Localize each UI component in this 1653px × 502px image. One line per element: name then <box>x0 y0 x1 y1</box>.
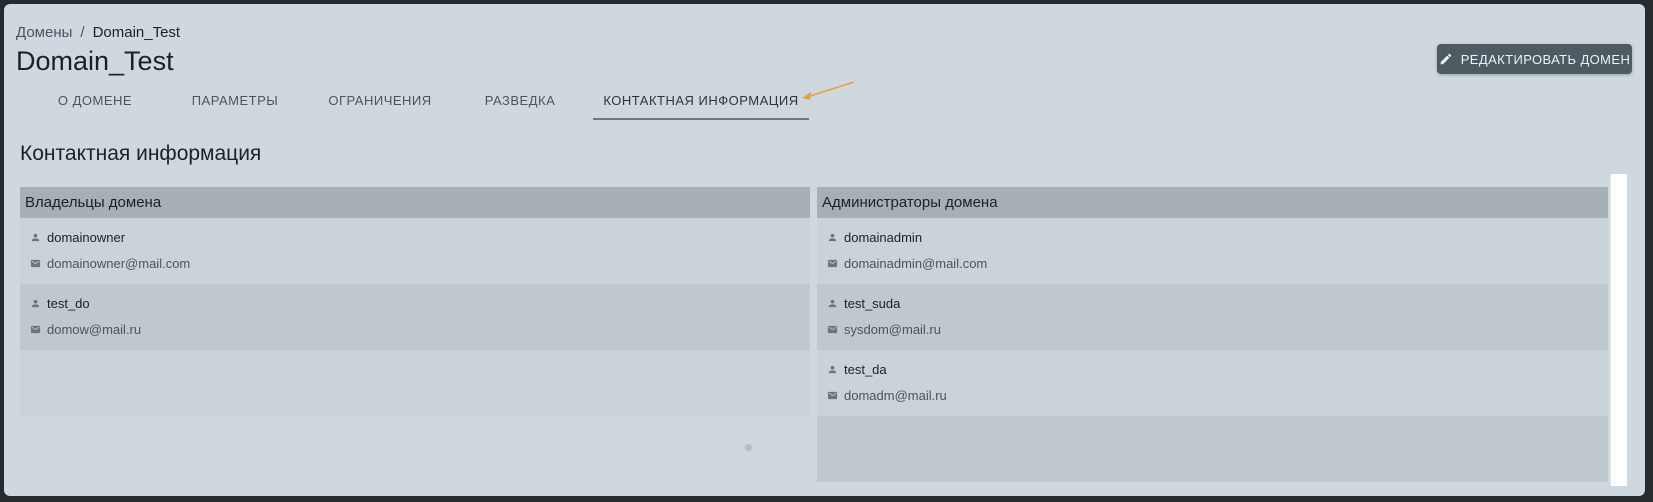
owner-entry: test_do domow@mail.ru <box>20 284 810 350</box>
admin-name: domainadmin <box>844 230 923 245</box>
admin-entry: test_da domadm@mail.ru <box>817 350 1608 416</box>
mail-icon <box>827 259 838 268</box>
owner-entry: domainowner domainowner@mail.com <box>20 218 810 284</box>
person-icon <box>31 299 40 308</box>
section-title: Контактная информация <box>20 142 262 165</box>
admins-panel: Администраторы домена domainadmin domain… <box>817 187 1608 482</box>
empty-row <box>20 350 810 416</box>
owner-email: domainowner@mail.com <box>47 256 191 271</box>
mail-icon <box>30 259 41 268</box>
owners-panel: Владельцы домена domainowner domainowner… <box>20 187 810 416</box>
admin-name: test_da <box>844 362 887 377</box>
admin-name: test_suda <box>844 296 901 311</box>
person-icon <box>828 365 837 374</box>
pencil-icon <box>1440 53 1451 65</box>
tab-parameters[interactable]: ПАРАМЕТРЫ <box>180 86 290 126</box>
breadcrumb-current: Domain_Test <box>92 24 181 41</box>
empty-row <box>817 416 1608 482</box>
tab-restrictions[interactable]: ОГРАНИЧЕНИЯ <box>320 86 440 126</box>
admin-entry: domainadmin domainadmin@mail.com <box>817 218 1608 284</box>
person-icon <box>828 233 837 242</box>
admin-email: domadm@mail.ru <box>844 388 947 403</box>
breadcrumb-domains-link[interactable]: Домены <box>16 24 72 41</box>
breadcrumb: Домены / Domain_Test <box>16 24 180 41</box>
app-frame: Домены / Domain_Test Domain_Test РЕДАКТИ… <box>4 4 1645 496</box>
tab-contact-info[interactable]: КОНТАКТНАЯ ИНФОРМАЦИЯ <box>593 86 809 126</box>
page-title: Domain_Test <box>16 46 174 76</box>
mail-icon <box>827 391 838 400</box>
person-icon <box>31 233 40 242</box>
owners-header: Владельцы домена <box>20 187 810 218</box>
scrollbar[interactable] <box>1610 174 1627 486</box>
tab-reconnaissance[interactable]: РАЗВЕДКА <box>470 86 570 126</box>
tab-about[interactable]: О ДОМЕНЕ <box>40 86 150 126</box>
admin-entry: test_suda sysdom@mail.ru <box>817 284 1608 350</box>
owner-email: domow@mail.ru <box>47 322 142 337</box>
owner-name: domainowner <box>47 230 126 245</box>
admin-email: domainadmin@mail.com <box>844 256 988 271</box>
breadcrumb-separator: / <box>80 24 85 41</box>
edit-domain-button[interactable]: РЕДАКТИРОВАТЬ ДОМЕН <box>1437 44 1632 74</box>
admins-header: Администраторы домена <box>817 187 1608 218</box>
person-icon <box>828 299 837 308</box>
active-tab-indicator <box>593 118 809 120</box>
admin-email: sysdom@mail.ru <box>844 322 941 337</box>
mail-icon <box>30 325 41 334</box>
annotation-arrow-icon <box>802 81 855 100</box>
mail-icon <box>827 325 838 334</box>
edit-domain-label: РЕДАКТИРОВАТЬ ДОМЕН <box>1460 51 1631 67</box>
decorative-dot <box>745 444 752 451</box>
owner-name: test_do <box>47 296 90 311</box>
